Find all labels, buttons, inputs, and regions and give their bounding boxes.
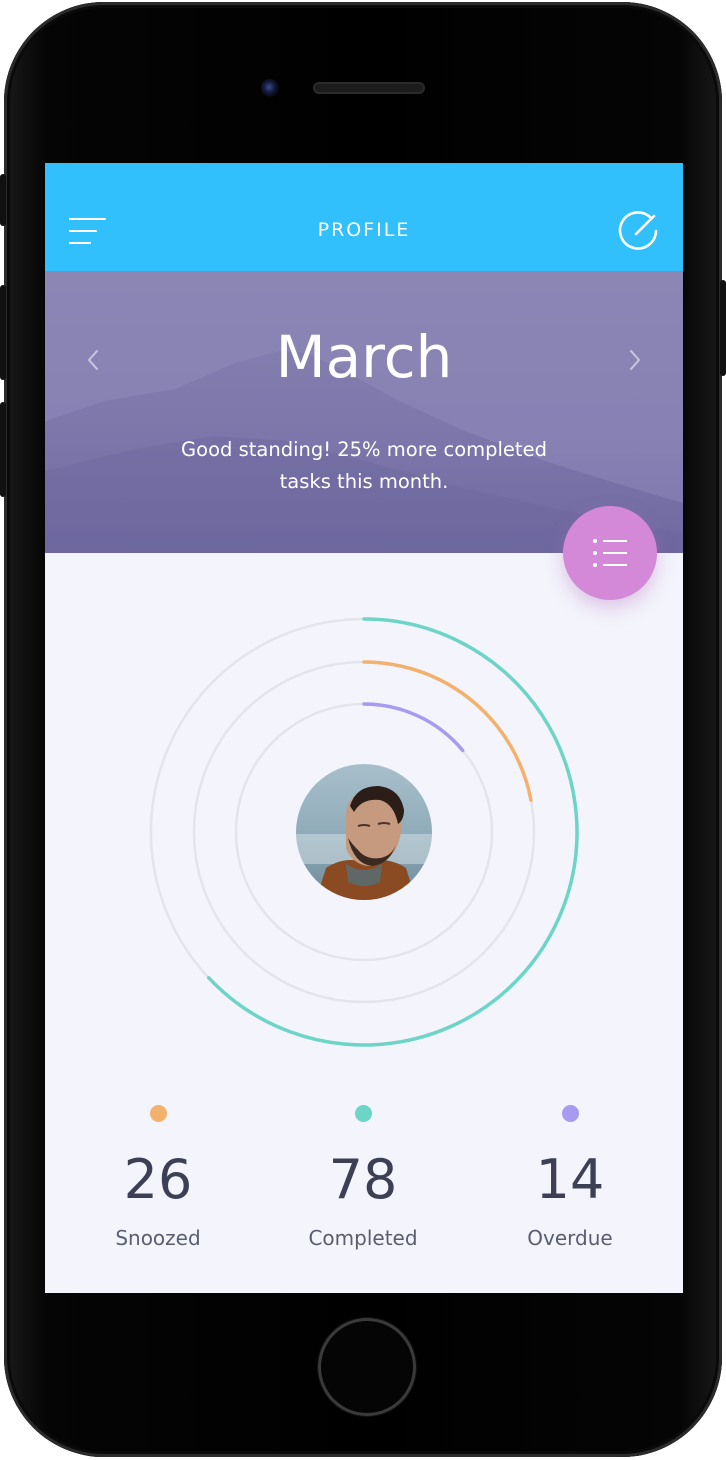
overdue-color-dot	[561, 1105, 579, 1122]
overdue-label: Overdue	[527, 1226, 613, 1250]
page-title: PROFILE	[317, 219, 411, 241]
ring-overdue-progress	[362, 702, 465, 753]
phone-power-button	[720, 280, 726, 376]
completed-label: Completed	[308, 1226, 418, 1250]
snoozed-count: 26	[123, 1148, 193, 1211]
snoozed-label: Snoozed	[115, 1226, 201, 1250]
phone-silent-switch	[0, 174, 6, 226]
chevron-right-icon[interactable]	[625, 347, 645, 373]
edit-pencil-circle-icon[interactable]	[618, 210, 660, 252]
completed-count: 78	[328, 1148, 398, 1211]
overdue-count: 14	[535, 1148, 605, 1211]
stat-overdue: 14 Overdue	[470, 1093, 670, 1250]
phone-volume-up-button	[0, 285, 6, 380]
month-title: March	[275, 323, 453, 391]
task-stats: 26 Snoozed 78 Completed 14 Overdue	[45, 1093, 683, 1293]
standing-message: Good standing! 25% more completed tasks …	[181, 438, 547, 493]
top-app-bar: PROFILE	[45, 163, 683, 271]
earpiece-speaker	[313, 82, 425, 94]
stat-snoozed: 26 Snoozed	[58, 1093, 258, 1250]
snoozed-color-dot	[149, 1105, 167, 1122]
phone-volume-down-button	[0, 402, 6, 497]
app-screen: PROFILE March Good standing! 25% more co…	[45, 163, 683, 1293]
front-camera	[261, 79, 279, 97]
avatar[interactable]	[296, 764, 432, 900]
stat-completed: 78 Completed	[263, 1093, 463, 1250]
home-button[interactable]	[318, 1318, 416, 1416]
completed-color-dot	[354, 1105, 372, 1122]
